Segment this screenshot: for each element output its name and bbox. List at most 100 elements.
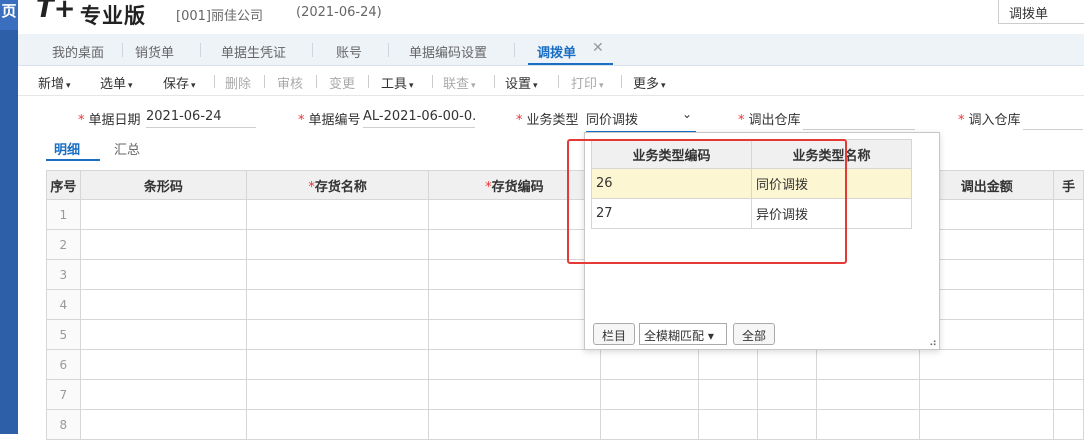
cell[interactable] — [428, 259, 601, 290]
show-all-button[interactable]: 全部 — [733, 323, 776, 345]
cell[interactable] — [428, 229, 601, 260]
cell[interactable] — [246, 199, 430, 230]
biztype-code[interactable]: 27 — [591, 198, 752, 229]
change-button[interactable]: 变更 — [329, 73, 355, 92]
cell[interactable] — [1053, 199, 1084, 230]
delete-button[interactable]: 删除 — [225, 73, 251, 92]
cell[interactable] — [756, 409, 817, 440]
tab-code-settings[interactable]: 单据编码设置 — [409, 42, 487, 61]
cell[interactable] — [79, 319, 248, 350]
cell[interactable] — [1053, 319, 1084, 350]
select-button[interactable]: 选单 ▾ — [100, 73, 133, 92]
cell[interactable] — [1053, 349, 1084, 380]
col-item-code[interactable]: *存货编码 — [428, 170, 601, 200]
new-button[interactable]: 新增 ▾ — [38, 73, 71, 92]
cell[interactable] — [815, 409, 921, 440]
cell[interactable] — [1053, 289, 1084, 320]
cell[interactable] — [79, 349, 248, 380]
document-tabbar: 我的桌面 销货单 单据生凭证 账号 单据编码设置 调拨单 ✕ — [18, 34, 1084, 66]
cell[interactable] — [79, 199, 248, 230]
cell[interactable] — [1053, 259, 1084, 290]
cell[interactable] — [246, 319, 430, 350]
cell[interactable] — [246, 229, 430, 260]
biztype-select[interactable]: 同价调拨 — [586, 109, 696, 132]
active-subtab-indicator — [46, 159, 100, 161]
cell[interactable] — [919, 379, 1055, 410]
biztype-name[interactable]: 异价调拨 — [751, 198, 912, 229]
save-button[interactable]: 保存 ▾ — [163, 73, 196, 92]
cell[interactable] — [79, 379, 248, 410]
cell[interactable] — [599, 409, 699, 440]
cell[interactable] — [919, 409, 1055, 440]
cell[interactable] — [599, 349, 699, 380]
cell[interactable] — [428, 379, 601, 410]
row-number: 6 — [46, 349, 81, 380]
columns-button[interactable]: 栏目 — [593, 323, 636, 345]
row-number: 3 — [46, 259, 81, 290]
list-item[interactable]: 26 同价调拨 — [591, 168, 912, 199]
cell[interactable] — [756, 379, 817, 410]
cell[interactable] — [246, 349, 430, 380]
tab-my-desktop[interactable]: 我的桌面 — [52, 42, 104, 61]
col-barcode[interactable]: 条形码 — [79, 170, 248, 200]
biztype-name[interactable]: 同价调拨 — [751, 168, 912, 199]
tab-divider — [122, 43, 123, 57]
tools-button[interactable]: 工具 ▾ — [381, 73, 414, 92]
cell[interactable] — [428, 409, 601, 440]
tab-detail[interactable]: 明细 — [54, 139, 80, 158]
tab-sales-order[interactable]: 销货单 — [135, 42, 174, 61]
print-button[interactable]: 打印 ▾ — [571, 73, 604, 92]
col-biztype-code[interactable]: 业务类型编码 — [591, 139, 752, 169]
cell[interactable] — [428, 319, 601, 350]
code-field[interactable]: AL-2021-06-00-0... — [363, 109, 475, 128]
cell[interactable] — [599, 379, 699, 410]
cell[interactable] — [815, 379, 921, 410]
cell[interactable] — [815, 349, 921, 380]
cell[interactable] — [428, 289, 601, 320]
cell[interactable] — [1053, 409, 1084, 440]
tab-voucher[interactable]: 单据生凭证 — [221, 42, 286, 61]
cell[interactable] — [246, 379, 430, 410]
tab-account[interactable]: 账号 — [336, 42, 362, 61]
cell[interactable] — [919, 349, 1055, 380]
login-date: (2021-06-24) — [296, 5, 382, 20]
left-nav-glyph[interactable]: 页 — [0, 0, 18, 30]
biztype-code[interactable]: 26 — [591, 168, 752, 199]
audit-button[interactable]: 审核 — [277, 73, 303, 92]
list-item[interactable]: 27 异价调拨 — [591, 198, 912, 229]
cell[interactable] — [428, 199, 601, 230]
cell[interactable] — [756, 349, 817, 380]
col-item-name[interactable]: *存货名称 — [246, 170, 430, 200]
settings-button[interactable]: 设置 ▾ — [505, 73, 538, 92]
cell[interactable] — [79, 289, 248, 320]
match-mode-select[interactable]: 全模糊匹配 ▾ — [639, 323, 727, 345]
col-cut-off[interactable]: 手 — [1053, 170, 1084, 200]
resize-handle-icon[interactable]: ⠴ — [929, 336, 937, 349]
cell[interactable] — [1053, 379, 1084, 410]
out-warehouse-field[interactable] — [803, 109, 915, 130]
global-search-input[interactable]: 调拨单 — [998, 0, 1084, 24]
cell[interactable] — [1053, 229, 1084, 260]
cell[interactable] — [697, 409, 758, 440]
cell[interactable] — [246, 409, 430, 440]
tab-summary[interactable]: 汇总 — [114, 139, 140, 158]
chevron-down-icon[interactable]: ⌄ — [682, 107, 692, 121]
cell[interactable] — [79, 409, 248, 440]
cell[interactable] — [246, 259, 430, 290]
cell[interactable] — [428, 349, 601, 380]
more-button[interactable]: 更多 ▾ — [633, 73, 666, 92]
cell[interactable] — [79, 229, 248, 260]
chevron-down-icon: ▾ — [471, 81, 476, 91]
query-button[interactable]: 联查 ▾ — [443, 73, 476, 92]
toolbar-divider — [621, 75, 622, 88]
cell[interactable] — [246, 289, 430, 320]
cell[interactable] — [79, 259, 248, 290]
close-icon[interactable]: ✕ — [592, 40, 604, 56]
cell[interactable] — [697, 379, 758, 410]
tab-transfer-order[interactable]: 调拨单 — [537, 42, 576, 61]
col-seq[interactable]: 序号 — [46, 170, 81, 200]
col-biztype-name[interactable]: 业务类型名称 — [751, 139, 912, 169]
date-field[interactable]: 2021-06-24 — [146, 109, 256, 128]
cell[interactable] — [697, 349, 758, 380]
in-warehouse-field[interactable] — [1023, 109, 1083, 130]
